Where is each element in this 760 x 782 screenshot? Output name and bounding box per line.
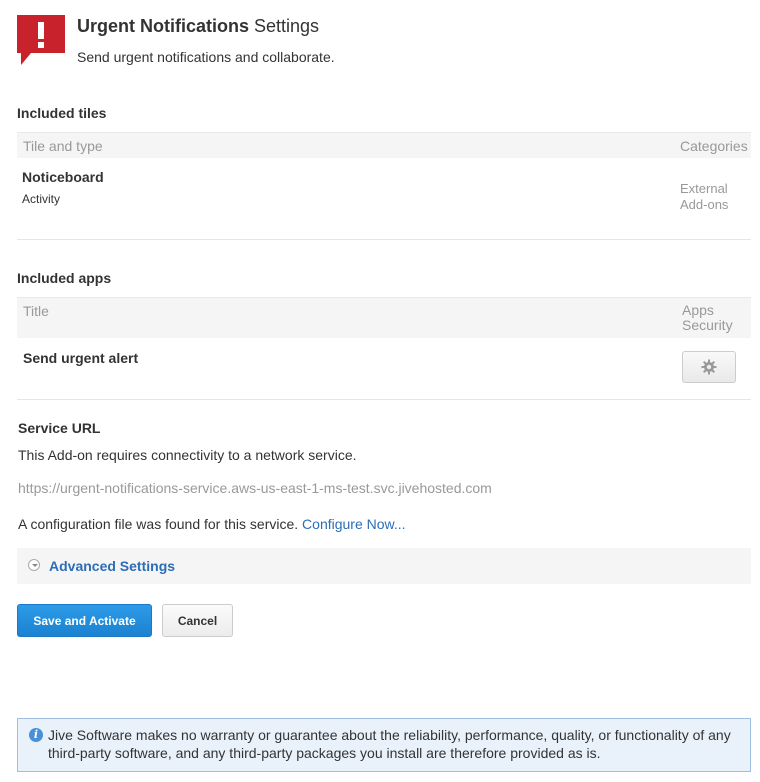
info-icon: i xyxy=(29,728,43,742)
col-apps-security-line-1: Apps xyxy=(682,302,714,318)
service-heading: Service URL xyxy=(18,420,101,436)
disclaimer-box: i Jive Software makes no warranty or gua… xyxy=(17,718,751,772)
cancel-button[interactable]: Cancel xyxy=(162,604,233,637)
col-categories: Categories xyxy=(680,138,748,154)
apps-table-header: Title Apps Security xyxy=(17,297,751,338)
chevron-down-icon xyxy=(28,559,40,571)
tiles-heading: Included tiles xyxy=(17,105,107,121)
col-apps-security: Apps Security xyxy=(682,303,733,333)
config-message: A configuration file was found for this … xyxy=(18,516,406,532)
app-security-button[interactable] xyxy=(682,351,736,383)
configure-now-link[interactable]: Configure Now... xyxy=(302,516,406,532)
page-header: Urgent Notifications Settings Send urgen… xyxy=(17,12,747,72)
gear-icon xyxy=(701,359,717,375)
advanced-settings-toggle[interactable]: Advanced Settings xyxy=(49,558,175,574)
page-title-rest: Settings xyxy=(249,16,320,36)
service-url: https://urgent-notifications-service.aws… xyxy=(18,480,492,496)
table-row: Send urgent alert xyxy=(17,338,751,400)
tile-category-1: External xyxy=(680,181,728,196)
tiles-table: Tile and type Categories Noticeboard Act… xyxy=(17,132,751,240)
alert-bubble-icon xyxy=(17,15,65,65)
tile-name: Noticeboard xyxy=(22,169,104,185)
disclaimer-text: Jive Software makes no warranty or guara… xyxy=(48,727,731,761)
col-tile-and-type: Tile and type xyxy=(23,138,103,154)
page-subtitle: Send urgent notifications and collaborat… xyxy=(77,49,335,65)
tiles-table-header: Tile and type Categories xyxy=(17,132,751,158)
table-row: Noticeboard Activity External Add-ons xyxy=(17,158,751,240)
tile-category-2: Add-ons xyxy=(680,197,729,212)
apps-table: Title Apps Security Send urgent alert xyxy=(17,297,751,400)
col-title: Title xyxy=(23,303,49,319)
col-apps-security-line-2: Security xyxy=(682,317,733,333)
config-text: A configuration file was found for this … xyxy=(18,516,303,532)
page-title: Urgent Notifications Settings xyxy=(77,16,319,37)
tile-type: Activity xyxy=(22,192,61,206)
save-and-activate-button[interactable]: Save and Activate xyxy=(17,604,152,637)
app-name: Send urgent alert xyxy=(23,350,139,366)
page-title-bold: Urgent Notifications xyxy=(77,16,250,36)
service-description: This Add-on requires connectivity to a n… xyxy=(18,447,357,463)
advanced-settings-bar[interactable]: Advanced Settings xyxy=(17,548,751,584)
apps-heading: Included apps xyxy=(17,270,112,286)
